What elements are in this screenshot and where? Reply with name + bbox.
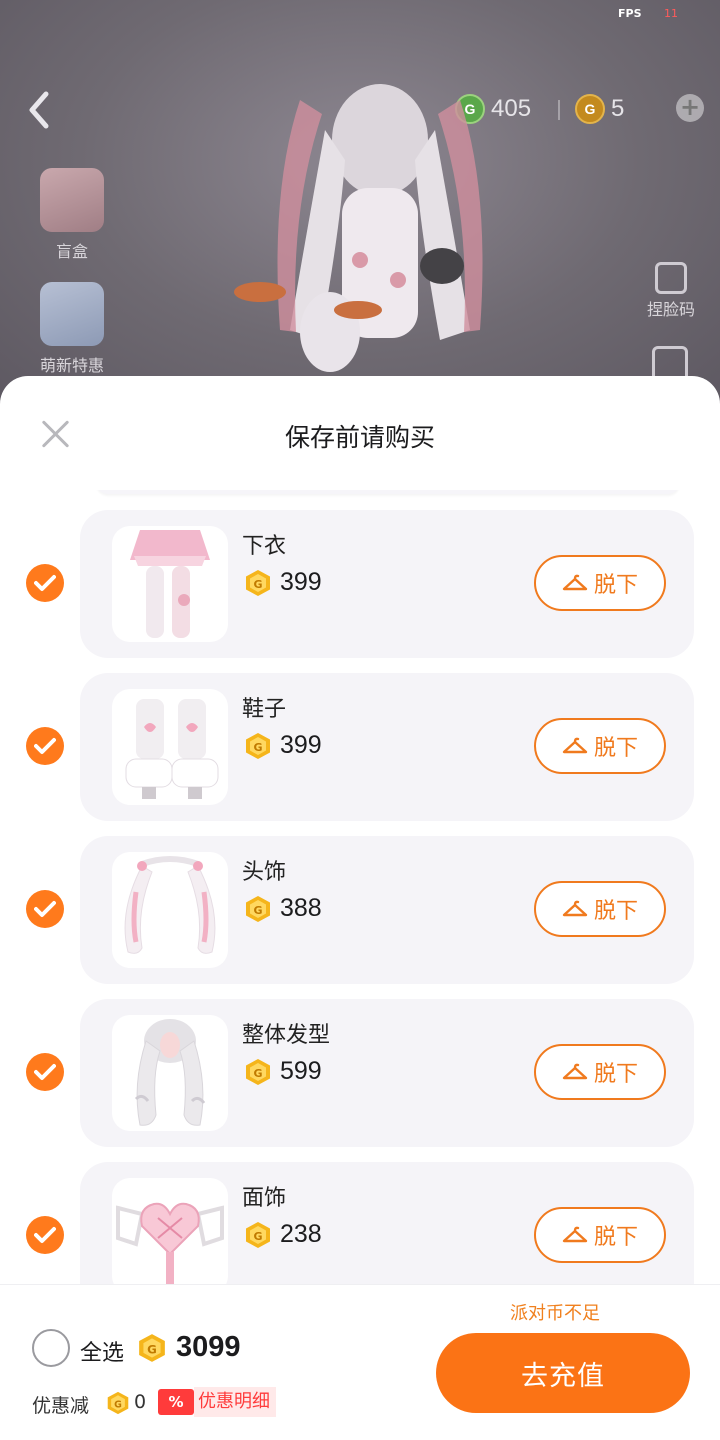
- item-card: 下衣 G 399 脱下: [80, 510, 694, 658]
- discount-detail-label: 优惠明细: [194, 1387, 276, 1417]
- currency-divider: [558, 100, 560, 120]
- hanger-icon: [562, 737, 588, 754]
- take-off-label: 脱下: [593, 1062, 638, 1087]
- item-thumbnail: [112, 852, 228, 968]
- party-coin-value: 5: [611, 95, 625, 122]
- hanger-icon: [562, 1226, 588, 1243]
- item-list[interactable]: 下衣 G 399 脱下 鞋子 G 399 脱下 头饰 G 388 脱下 整体发型…: [0, 490, 720, 1284]
- party-coin-icon: G: [246, 1221, 270, 1248]
- take-off-button[interactable]: 脱下: [534, 555, 666, 611]
- item-thumbnail: [112, 689, 228, 805]
- svg-text:G: G: [253, 1067, 262, 1080]
- item-name: 鞋子: [242, 697, 287, 722]
- item-thumbnail: [112, 1015, 228, 1131]
- take-off-button[interactable]: 脱下: [534, 1207, 666, 1263]
- party-coin-icon: G: [246, 569, 270, 596]
- previous-item-edge: [96, 490, 680, 494]
- take-off-label: 脱下: [593, 899, 638, 924]
- discount-value: 0: [134, 1391, 147, 1413]
- svg-text:G: G: [253, 578, 262, 591]
- blind-box-label: 盲盒: [55, 242, 88, 261]
- purchase-sheet: 保存前请购买 下衣 G 399 脱下 鞋子 G 399 脱下 头饰 G 388 …: [0, 376, 720, 1440]
- party-coin-icon: G: [139, 1334, 165, 1362]
- item-card: 头饰 G 388 脱下: [80, 836, 694, 984]
- list-item: 鞋子 G 399 脱下: [0, 673, 720, 821]
- avatar-character: [234, 84, 483, 372]
- item-price: G 599: [244, 1057, 322, 1086]
- sheet-header: 保存前请购买: [0, 376, 720, 490]
- party-coin-icon: G: [246, 895, 270, 922]
- list-item: 面饰 G 238 脱下: [0, 1162, 720, 1284]
- discount-detail-button[interactable]: % 优惠明细: [158, 1387, 276, 1417]
- take-off-label: 脱下: [593, 736, 638, 761]
- select-all-label[interactable]: 全选: [80, 1335, 124, 1367]
- hanger-icon: [562, 900, 588, 917]
- hanger-icon: [562, 574, 588, 591]
- party-coin-balance: G 5: [575, 94, 624, 124]
- item-name: 头饰: [242, 860, 287, 885]
- take-off-button[interactable]: 脱下: [534, 718, 666, 774]
- svg-text:G: G: [253, 741, 262, 754]
- gift-box-icon: [40, 168, 104, 232]
- fps-label: FPS: [618, 7, 642, 20]
- discount-label: 优惠减: [32, 1395, 90, 1417]
- svg-text:G: G: [253, 904, 262, 917]
- checkbox-checked-icon[interactable]: [26, 1053, 64, 1091]
- sheet-title: 保存前请购买: [284, 423, 435, 452]
- fps-value: 11: [664, 7, 678, 20]
- checkbox-checked-icon[interactable]: [26, 1216, 64, 1254]
- list-item: 整体发型 G 599 脱下: [0, 999, 720, 1147]
- price-value: 399: [280, 568, 322, 596]
- checkbox-checked-icon[interactable]: [26, 564, 64, 602]
- face-code-icon: [655, 262, 687, 294]
- newbie-deal-label: 萌新特惠: [39, 356, 104, 375]
- face-code-label: 捏脸码: [646, 300, 695, 319]
- checkbox-checked-icon[interactable]: [26, 727, 64, 765]
- svg-text:G: G: [253, 1230, 262, 1243]
- list-item: 头饰 G 388 脱下: [0, 836, 720, 984]
- recharge-button[interactable]: 去充值: [436, 1333, 690, 1413]
- hanger-icon: [562, 1063, 588, 1080]
- price-value: 599: [280, 1057, 322, 1085]
- item-price: G 399: [244, 568, 322, 597]
- newbie-deal-icon: [40, 282, 104, 346]
- list-item: 下衣 G 399 脱下: [0, 510, 720, 658]
- back-arrow-icon[interactable]: [22, 88, 58, 132]
- party-coin-icon: G: [246, 732, 270, 759]
- svg-text:G: G: [147, 1342, 157, 1356]
- item-thumbnail: [112, 526, 228, 642]
- item-price: G 388: [244, 894, 322, 923]
- newbie-deal-button[interactable]: 萌新特惠: [30, 282, 114, 376]
- item-card: 面饰 G 238 脱下: [80, 1162, 694, 1284]
- take-off-label: 脱下: [593, 1225, 638, 1250]
- face-code-button[interactable]: 捏脸码: [638, 262, 704, 320]
- party-coin-icon: G: [246, 1058, 270, 1085]
- insufficient-coins-notice: 派对币不足: [510, 1303, 600, 1324]
- take-off-button[interactable]: 脱下: [534, 1044, 666, 1100]
- take-off-button[interactable]: 脱下: [534, 881, 666, 937]
- percent-badge-icon: %: [158, 1389, 194, 1415]
- add-currency-button[interactable]: +: [676, 94, 704, 122]
- checkbox-checked-icon[interactable]: [26, 890, 64, 928]
- take-off-label: 脱下: [593, 573, 638, 598]
- blind-box-button[interactable]: 盲盒: [30, 168, 114, 262]
- item-card: 鞋子 G 399 脱下: [80, 673, 694, 821]
- price-value: 238: [280, 1220, 322, 1248]
- item-name: 下衣: [242, 534, 287, 559]
- total-price: 3099: [176, 1331, 241, 1363]
- item-price: G 399: [244, 731, 322, 760]
- purchase-footer: 全选 G 3099 优惠减 G 0 % 优惠明细 派对币不足 去充值: [0, 1284, 720, 1440]
- item-price: G 238: [244, 1220, 322, 1249]
- item-card: 整体发型 G 599 脱下: [80, 999, 694, 1147]
- svg-text:G: G: [114, 1399, 122, 1410]
- price-value: 388: [280, 894, 322, 922]
- select-all-checkbox[interactable]: [32, 1329, 70, 1367]
- item-name: 整体发型: [242, 1023, 331, 1048]
- game-scene-background: FPS 11 G 405 G 5 + 盲盒 萌新特惠 捏脸码: [0, 0, 720, 400]
- item-name: 面饰: [242, 1186, 287, 1211]
- party-coin-icon: G: [575, 94, 605, 124]
- item-thumbnail: [112, 1178, 228, 1284]
- price-value: 399: [280, 731, 322, 759]
- party-coin-icon: G: [107, 1391, 129, 1415]
